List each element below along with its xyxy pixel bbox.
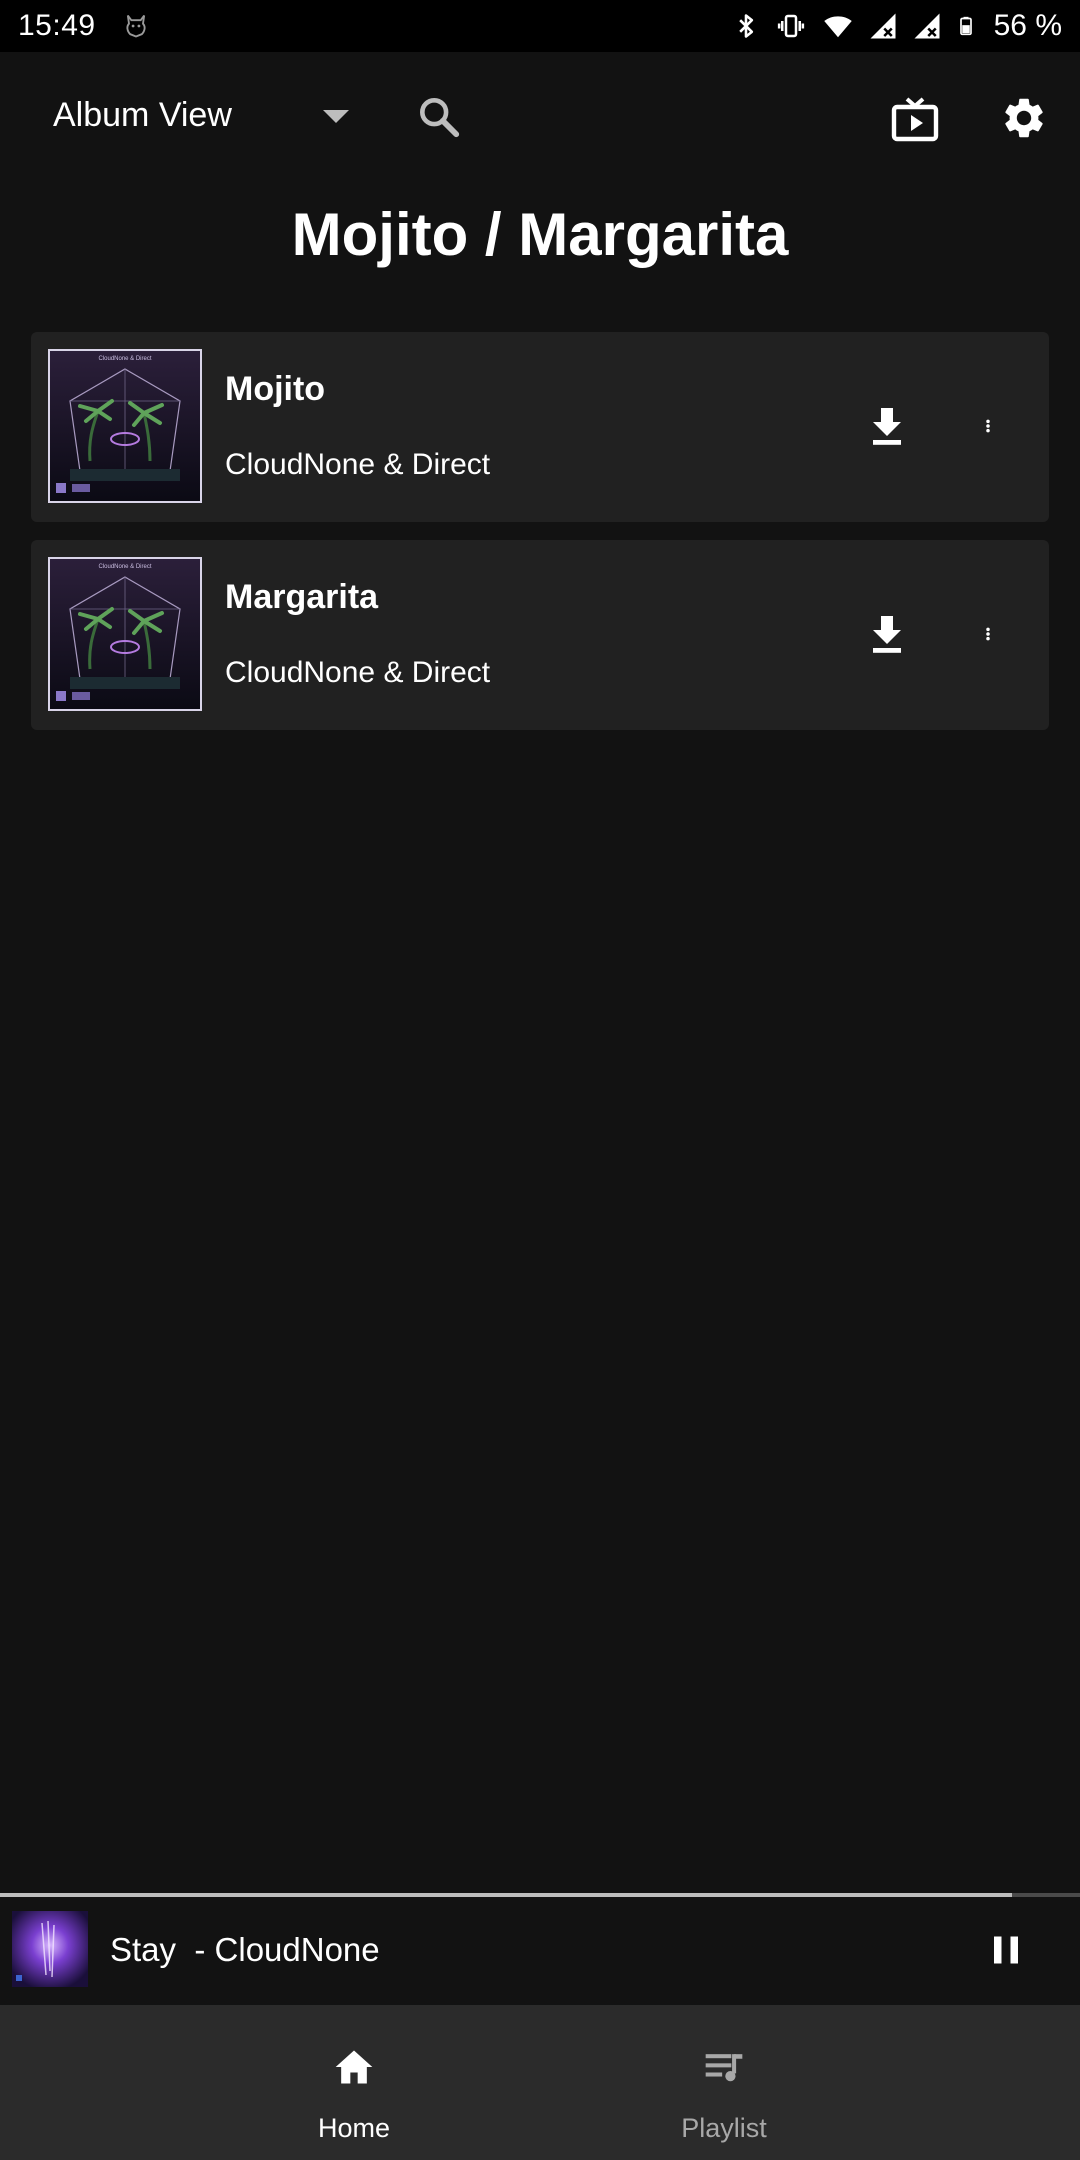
tv-cast-icon[interactable] (888, 96, 942, 144)
album-art-image: CloudNone & Direct (50, 351, 200, 501)
wifi-icon (823, 16, 852, 38)
track-title: Mojito (225, 370, 326, 408)
settings-gear-icon[interactable] (1000, 94, 1048, 142)
view-mode-label: Album View (53, 96, 232, 134)
signal-icon (870, 13, 896, 39)
track-row[interactable]: CloudNone & Direct Mojito CloudNone & Di… (31, 332, 1049, 522)
more-options-icon[interactable] (981, 610, 995, 658)
album-art-text: CloudNone & Direct (98, 356, 151, 362)
search-icon[interactable] (416, 94, 462, 140)
notification-icon (126, 14, 146, 38)
nav-home-label: Home (317, 2113, 391, 2143)
track-row[interactable]: CloudNone & Direct Margarita CloudNone &… (31, 540, 1049, 730)
signal-icon (914, 13, 940, 39)
battery-icon (959, 16, 972, 36)
track-list: CloudNone & Direct Mojito CloudNone & Di… (31, 332, 1049, 748)
playlist-icon (705, 2054, 743, 2082)
track-artist: CloudNone & Direct (225, 448, 491, 481)
status-time: 15:49 (18, 9, 96, 42)
track-title: Margarita (225, 578, 379, 616)
bluetooth-icon (738, 14, 753, 38)
view-mode-dropdown[interactable]: Album View (53, 96, 349, 135)
now-playing-title: Stay - CloudNone (110, 1931, 380, 1968)
nav-home[interactable]: Home (254, 2005, 454, 2160)
track-artist: CloudNone & Direct (225, 656, 491, 689)
status-icons: 56 % (732, 9, 1062, 43)
battery-percent: 56 % (993, 9, 1062, 42)
download-icon[interactable] (863, 610, 911, 658)
album-art-image: CloudNone & Direct (50, 559, 200, 709)
album-art: CloudNone & Direct (48, 349, 202, 503)
more-options-icon[interactable] (981, 402, 995, 450)
top-app-bar: Album View (0, 52, 1080, 188)
download-icon[interactable] (863, 402, 911, 450)
app-screen: 15:49 56 % Album View Mojito / Margarita… (0, 0, 1080, 2160)
dropdown-arrow-icon (323, 110, 349, 123)
now-playing-art-image (12, 1911, 88, 1987)
album-title: Mojito / Margarita (291, 201, 789, 268)
bottom-navigation: Home Playlist (0, 2005, 1080, 2160)
nav-playlist[interactable]: Playlist (624, 2005, 824, 2160)
album-art: CloudNone & Direct (48, 557, 202, 711)
home-icon (335, 2050, 373, 2084)
album-art-text: CloudNone & Direct (98, 564, 151, 570)
mini-player[interactable]: Stay - CloudNone (0, 1897, 1080, 2005)
status-bar: 15:49 56 % (0, 0, 1080, 52)
vibrate-icon (777, 14, 804, 38)
pause-icon[interactable] (988, 1930, 1024, 1970)
nav-playlist-label: Playlist (681, 2113, 767, 2143)
now-playing-art (12, 1911, 88, 1987)
